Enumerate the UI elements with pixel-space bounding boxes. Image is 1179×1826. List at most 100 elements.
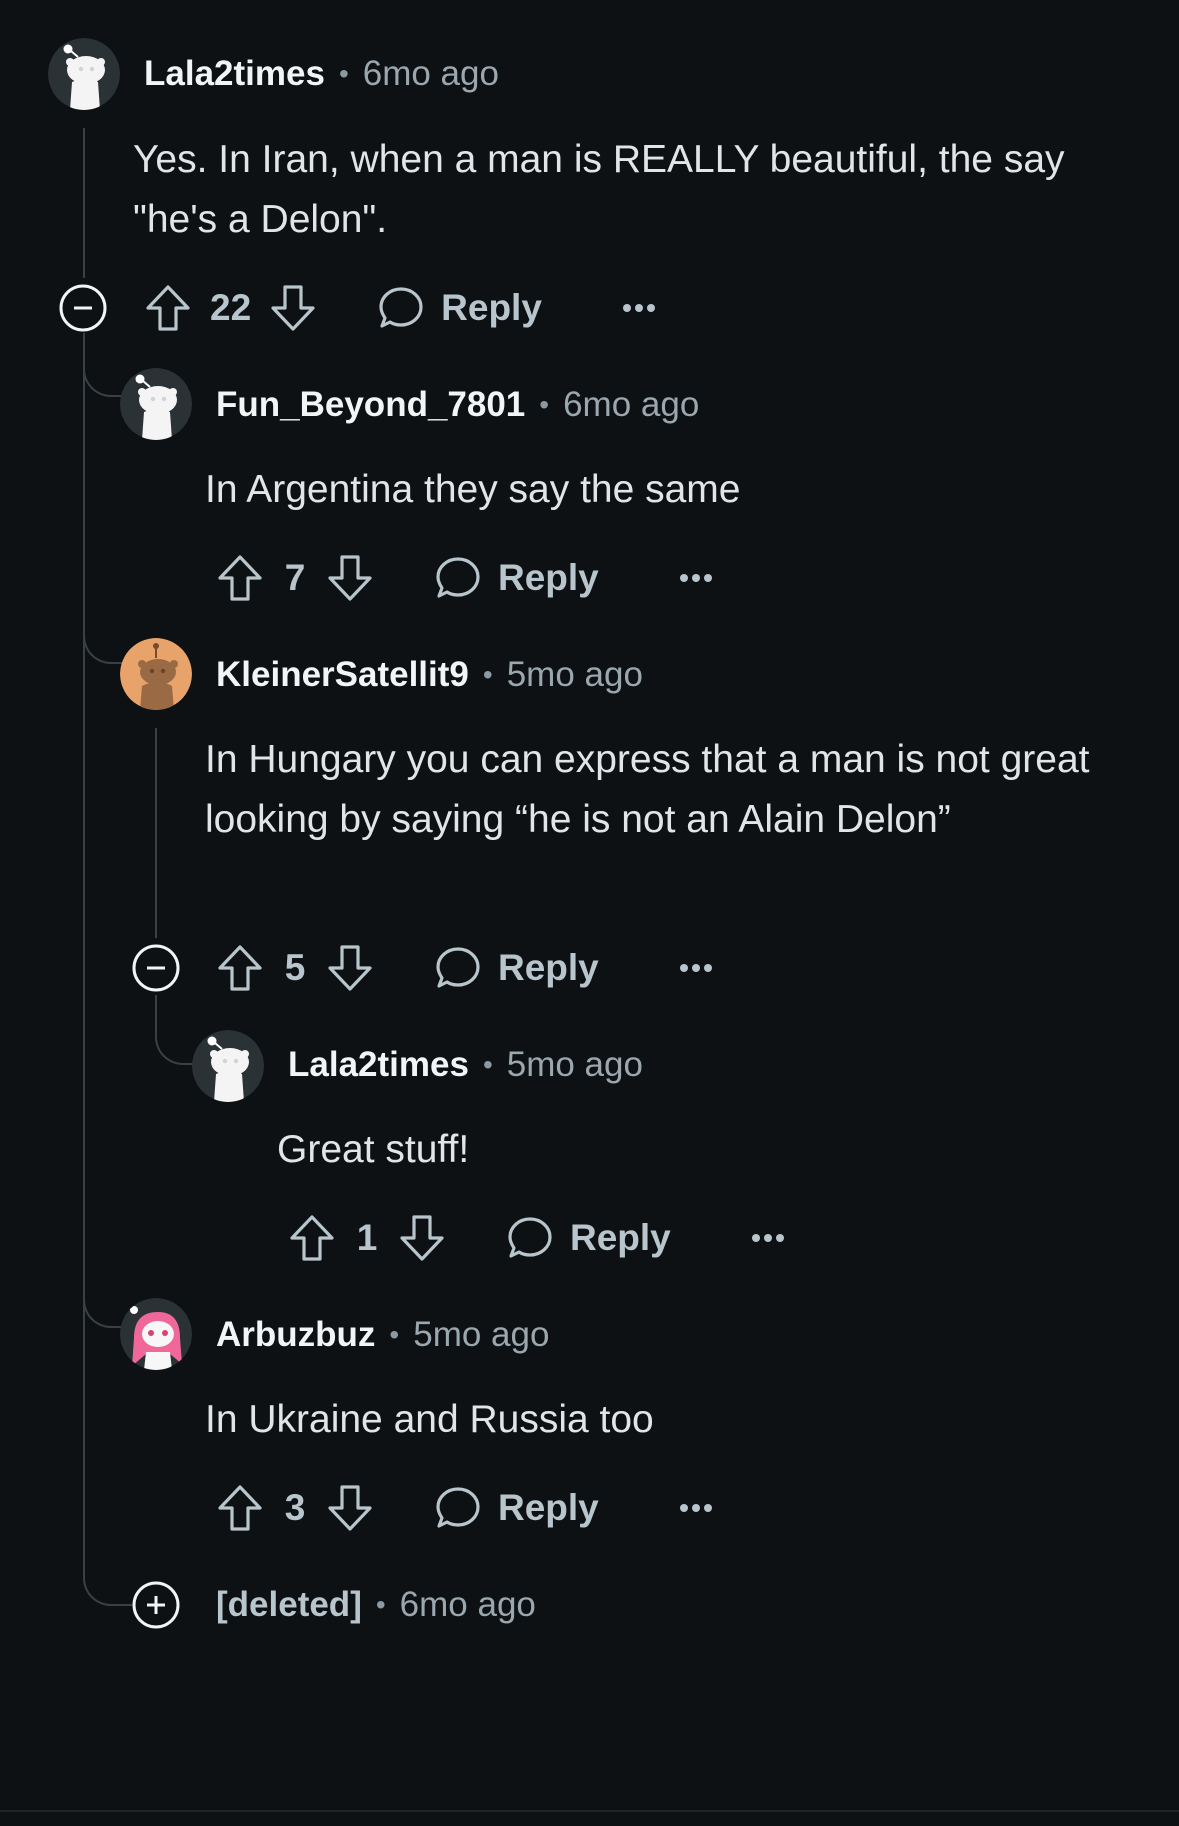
reply-button[interactable]: Reply: [375, 282, 542, 334]
reply-label: Reply: [498, 557, 599, 598]
downvote-button[interactable]: [396, 1212, 448, 1264]
more-options-button[interactable]: [622, 282, 656, 334]
minus-circle-icon: [132, 944, 180, 992]
thread-connector: [83, 1262, 125, 1328]
snoo-orange-avatar-icon: [120, 638, 192, 710]
downvote-button[interactable]: [267, 282, 319, 334]
comment-meta: Lala2times • 5mo ago: [288, 1043, 643, 1087]
comment-meta: Fun_Beyond_7801 • 6mo ago: [216, 383, 699, 427]
upvote-button[interactable]: [214, 1482, 266, 1534]
speech-bubble-icon: [432, 942, 484, 994]
thread-line-root: [83, 333, 85, 1573]
separator-dot: •: [539, 389, 550, 420]
deleted-username: [deleted]: [216, 1585, 362, 1624]
username-link[interactable]: Arbuzbuz: [216, 1315, 375, 1355]
reply-button[interactable]: Reply: [504, 1212, 671, 1264]
upvote-arrow-icon: [290, 1215, 334, 1261]
comment-meta: KleinerSatellit9 • 5mo ago: [216, 653, 643, 697]
upvote-button[interactable]: [214, 942, 266, 994]
snoo-default-avatar-icon: [48, 38, 120, 110]
speech-bubble-icon: [432, 1482, 484, 1534]
separator-dot: •: [338, 58, 349, 89]
bottom-divider: [0, 1810, 1179, 1812]
timestamp: 5mo ago: [413, 1315, 550, 1354]
reply-label: Reply: [498, 1487, 599, 1528]
comment-meta: Arbuzbuz • 5mo ago: [216, 1313, 549, 1357]
comment-actions: 22 Reply: [142, 278, 656, 338]
comment-meta[interactable]: [deleted] • 6mo ago: [216, 1583, 536, 1627]
ellipsis-icon: [751, 1234, 784, 1242]
more-options-button[interactable]: [679, 942, 713, 994]
timestamp: 6mo ago: [362, 54, 499, 93]
more-options-button[interactable]: [679, 552, 713, 604]
speech-bubble-icon: [432, 552, 484, 604]
downvote-arrow-icon: [328, 1485, 372, 1531]
user-avatar[interactable]: [48, 38, 120, 110]
separator-dot: •: [482, 1049, 493, 1080]
upvote-arrow-icon: [218, 555, 262, 601]
thread-connector: [83, 1540, 135, 1606]
username-link[interactable]: Lala2times: [288, 1045, 469, 1085]
plus-circle-icon: [132, 1581, 180, 1629]
thread-line-root: [83, 128, 85, 278]
downvote-button[interactable]: [324, 1482, 376, 1534]
user-avatar[interactable]: [192, 1030, 264, 1102]
comment-actions: 7 Reply: [214, 548, 713, 608]
downvote-button[interactable]: [324, 942, 376, 994]
separator-dot: •: [375, 1589, 386, 1620]
timestamp: 5mo ago: [506, 655, 643, 694]
vote-count: 7: [284, 557, 306, 598]
user-avatar[interactable]: [120, 638, 192, 710]
downvote-button[interactable]: [324, 552, 376, 604]
expand-thread-button[interactable]: [132, 1581, 180, 1629]
user-avatar[interactable]: [120, 368, 192, 440]
upvote-button[interactable]: [214, 552, 266, 604]
minus-circle-icon: [59, 284, 107, 332]
comment-actions: 3 Reply: [214, 1478, 713, 1538]
downvote-arrow-icon: [271, 285, 315, 331]
timestamp: 6mo ago: [563, 385, 700, 424]
thread-line-nested: [155, 728, 157, 938]
collapse-thread-button[interactable]: [59, 284, 107, 332]
collapse-thread-button[interactable]: [132, 944, 180, 992]
comment-body: In Argentina they say the same: [205, 468, 741, 511]
username-link[interactable]: KleinerSatellit9: [216, 655, 469, 695]
reply-label: Reply: [441, 287, 542, 328]
downvote-arrow-icon: [328, 555, 372, 601]
timestamp: 6mo ago: [399, 1585, 536, 1624]
reply-button[interactable]: Reply: [432, 942, 599, 994]
upvote-arrow-icon: [146, 285, 190, 331]
speech-bubble-icon: [375, 282, 427, 334]
more-options-button[interactable]: [751, 1212, 785, 1264]
ellipsis-icon: [679, 574, 712, 582]
vote-count: 3: [284, 1487, 306, 1528]
username-link[interactable]: Lala2times: [144, 54, 325, 94]
downvote-arrow-icon: [400, 1215, 444, 1261]
timestamp: 5mo ago: [506, 1045, 643, 1084]
ellipsis-icon: [679, 1504, 712, 1512]
comment-actions: 5 Reply: [214, 938, 713, 998]
ellipsis-icon: [622, 304, 655, 312]
upvote-button[interactable]: [142, 282, 194, 334]
upvote-arrow-icon: [218, 945, 262, 991]
vote-count: 1: [356, 1217, 378, 1258]
speech-bubble-icon: [504, 1212, 556, 1264]
vote-count: 5: [284, 947, 306, 988]
snoo-default-avatar-icon: [192, 1030, 264, 1102]
comment-body: Yes. In Iran, when a man is REALLY beaut…: [133, 138, 1065, 241]
comment-body: In Ukraine and Russia too: [205, 1398, 654, 1441]
username-link[interactable]: Fun_Beyond_7801: [216, 385, 525, 425]
comment-actions: 1 Reply: [286, 1208, 785, 1268]
snoo-pink-hair-avatar-icon: [120, 1298, 192, 1370]
reply-button[interactable]: Reply: [432, 1482, 599, 1534]
reply-button[interactable]: Reply: [432, 552, 599, 604]
thread-connector: [155, 995, 199, 1065]
thread-connector: [83, 333, 125, 397]
ellipsis-icon: [679, 964, 712, 972]
downvote-arrow-icon: [328, 945, 372, 991]
upvote-button[interactable]: [286, 1212, 338, 1264]
comment-body: Great stuff!: [277, 1128, 470, 1171]
user-avatar[interactable]: [120, 1298, 192, 1370]
comment-meta: Lala2times • 6mo ago: [144, 52, 499, 96]
more-options-button[interactable]: [679, 1482, 713, 1534]
